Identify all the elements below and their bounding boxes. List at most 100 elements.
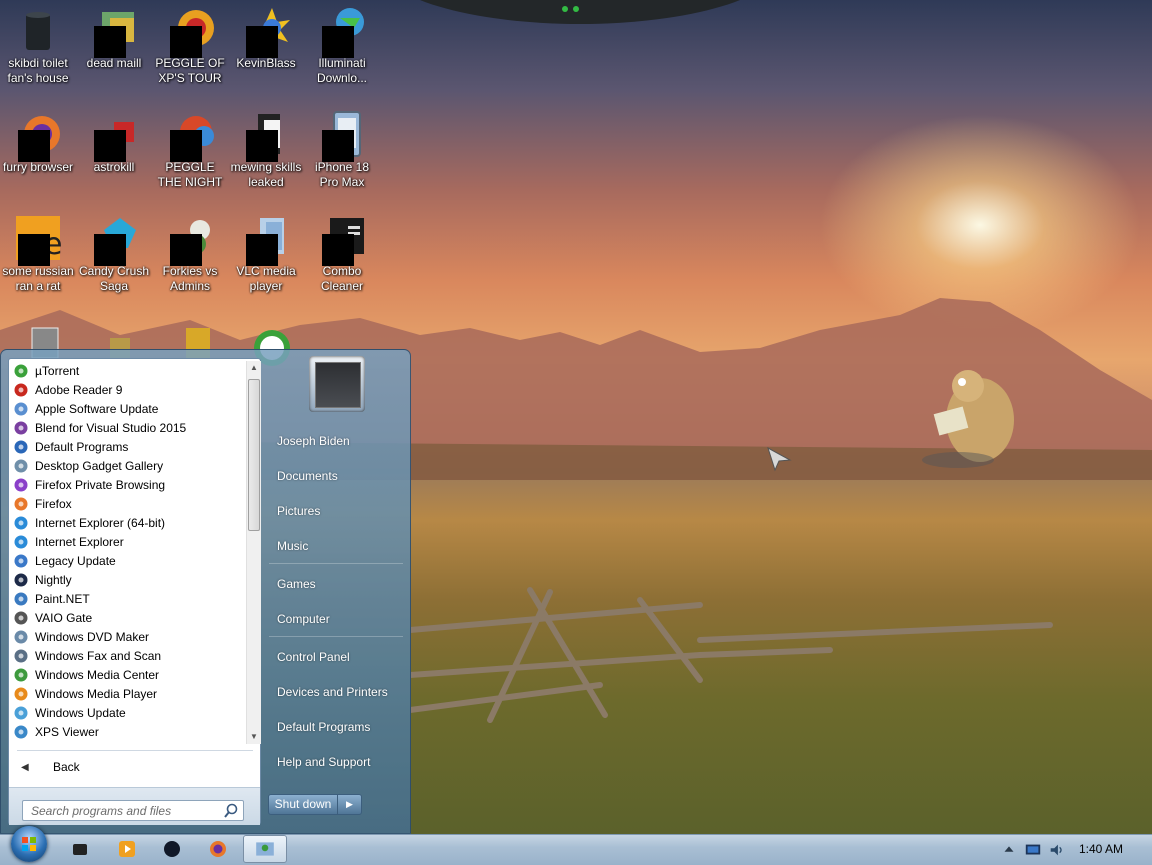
desktop-icon[interactable]: PEGGLE THE NIGHT bbox=[152, 104, 228, 190]
right-pane-divider bbox=[269, 563, 403, 564]
firefox-icon bbox=[210, 841, 226, 857]
folder-icon bbox=[242, 110, 290, 162]
desktop-icon-label: furry browser bbox=[2, 160, 73, 174]
desktop-icon-label: iPhone 18 Pro Max bbox=[314, 160, 370, 189]
program-item[interactable]: Windows DVD Maker bbox=[11, 627, 243, 646]
scroll-down-arrow-icon[interactable]: ▼ bbox=[247, 730, 261, 744]
program-icon bbox=[13, 572, 29, 588]
firefox-icon bbox=[14, 110, 62, 162]
music-link[interactable]: Music bbox=[269, 532, 405, 560]
desktop-icon[interactable]: Candy Crush Saga bbox=[76, 208, 152, 294]
redaction-box bbox=[18, 234, 50, 266]
taskbar-nightly[interactable] bbox=[158, 836, 186, 862]
shutdown-options-arrow-icon[interactable]: ▶ bbox=[338, 794, 362, 815]
search-icon[interactable] bbox=[223, 803, 239, 819]
wallpaper-fence bbox=[410, 587, 1053, 723]
user-picture[interactable] bbox=[309, 356, 365, 412]
desktop-icon[interactable]: mewing skills leaked bbox=[228, 104, 304, 190]
back-button[interactable]: ◀ Back bbox=[15, 756, 255, 778]
program-label: Windows Fax and Scan bbox=[35, 648, 162, 663]
desktop-icon[interactable]: e some russian ran a rat bbox=[0, 208, 76, 294]
program-icon bbox=[13, 648, 29, 664]
program-item[interactable]: XPS Viewer bbox=[11, 722, 243, 741]
desktop-icon-label: Illuminati Downlo... bbox=[316, 56, 368, 85]
network-monitor-icon[interactable] bbox=[1024, 841, 1042, 859]
default-programs-link[interactable]: Default Programs bbox=[269, 713, 405, 741]
shutdown-button[interactable]: Shut down bbox=[268, 794, 338, 815]
scroll-thumb[interactable] bbox=[248, 379, 260, 531]
redaction-box bbox=[170, 26, 202, 58]
program-item[interactable]: Internet Explorer (64-bit) bbox=[11, 513, 243, 532]
program-item[interactable]: Legacy Update bbox=[11, 551, 243, 570]
desktop-icon[interactable]: Forkies vs Admins bbox=[152, 208, 228, 294]
desktop-icon[interactable]: dead maill bbox=[76, 0, 152, 71]
program-item[interactable]: Blend for Visual Studio 2015 bbox=[11, 418, 243, 437]
start-button[interactable] bbox=[11, 826, 47, 862]
search-input[interactable] bbox=[29, 801, 223, 820]
help-and-support-link[interactable]: Help and Support bbox=[269, 748, 405, 776]
scroll-up-arrow-icon[interactable]: ▲ bbox=[247, 361, 261, 375]
desktop-icon[interactable]: Combo Cleaner bbox=[304, 208, 380, 294]
desktop-icon[interactable]: iPhone 18 Pro Max bbox=[304, 104, 380, 190]
games-link[interactable]: Games bbox=[269, 570, 405, 598]
taskbar-media-player[interactable] bbox=[113, 836, 141, 862]
pictures-link[interactable]: Pictures bbox=[269, 497, 405, 525]
nightly-icon bbox=[164, 841, 180, 857]
program-item[interactable]: VAIO Gate bbox=[11, 608, 243, 627]
program-item[interactable]: Default Programs bbox=[11, 437, 243, 456]
program-item[interactable]: µTorrent bbox=[11, 361, 243, 380]
program-label: Windows Media Player bbox=[35, 686, 158, 701]
program-icon bbox=[13, 553, 29, 569]
program-item[interactable]: Adobe Reader 9 bbox=[11, 380, 243, 399]
computer-link[interactable]: Computer bbox=[269, 605, 405, 633]
taskbar-firefox[interactable] bbox=[204, 836, 232, 862]
documents-link[interactable]: Documents bbox=[269, 462, 405, 490]
back-label: Back bbox=[53, 760, 80, 774]
desktop-icon[interactable]: furry browser bbox=[0, 104, 76, 175]
redaction-box bbox=[94, 26, 126, 58]
devices-and-printers-link[interactable]: Devices and Printers bbox=[269, 678, 405, 706]
program-item[interactable]: Internet Explorer bbox=[11, 532, 243, 551]
program-icon bbox=[13, 534, 29, 550]
user-name-link[interactable]: Joseph Biden bbox=[269, 427, 405, 455]
program-icon bbox=[13, 401, 29, 417]
program-item[interactable]: Firefox Private Browsing bbox=[11, 475, 243, 494]
program-item[interactable]: Apple Software Update bbox=[11, 399, 243, 418]
taskbar-active-window[interactable] bbox=[243, 835, 287, 863]
redaction-box bbox=[170, 234, 202, 266]
program-item[interactable]: Firefox bbox=[11, 494, 243, 513]
desktop-icon[interactable]: astrokill bbox=[76, 104, 152, 175]
tray-arrow-icon[interactable] bbox=[1000, 841, 1018, 859]
program-item[interactable]: Desktop Gadget Gallery bbox=[11, 456, 243, 475]
redaction-box bbox=[322, 26, 354, 58]
vlc-icon bbox=[242, 214, 290, 266]
taskbar-app-dark[interactable] bbox=[66, 836, 94, 862]
program-item[interactable]: Windows Media Center bbox=[11, 665, 243, 684]
desktop-icon[interactable]: PEGGLE OF XP'S TOUR bbox=[152, 0, 228, 86]
program-label: Internet Explorer bbox=[35, 534, 124, 549]
program-item[interactable]: Windows Fax and Scan bbox=[11, 646, 243, 665]
program-label: VAIO Gate bbox=[35, 610, 93, 625]
program-label: Paint.NET bbox=[35, 591, 90, 606]
control-panel-link[interactable]: Control Panel bbox=[269, 643, 405, 671]
desktop-icon[interactable]: KevinBlass bbox=[228, 0, 304, 71]
program-item[interactable]: Nightly bbox=[11, 570, 243, 589]
program-item[interactable]: Windows Media Player bbox=[11, 684, 243, 703]
program-item[interactable]: Windows Update bbox=[11, 703, 243, 722]
start-menu: µTorrent Adobe Reader 9 Apple Software Upd… bbox=[0, 349, 411, 834]
desktop-icon-label: skibdi toilet fan's house bbox=[7, 56, 69, 85]
desktop-icon[interactable]: skibdi toilet fan's house bbox=[0, 0, 76, 86]
taskbar-clock[interactable]: 1:40 AM bbox=[1064, 836, 1138, 862]
program-icon bbox=[13, 705, 29, 721]
desktop-icon[interactable]: VLC media player bbox=[228, 208, 304, 294]
desktop-icon[interactable]: Illuminati Downlo... bbox=[304, 0, 380, 86]
peggle-icon bbox=[166, 6, 214, 58]
desktop-icon-label: dead maill bbox=[86, 56, 142, 70]
program-item[interactable]: Paint.NET bbox=[11, 589, 243, 608]
programs-scrollbar[interactable]: ▲ ▼ bbox=[246, 361, 261, 744]
program-label: Apple Software Update bbox=[35, 401, 159, 416]
search-strip bbox=[9, 787, 260, 825]
program-label: Legacy Update bbox=[35, 553, 116, 568]
search-box[interactable] bbox=[22, 800, 244, 821]
mail-icon bbox=[90, 6, 138, 58]
